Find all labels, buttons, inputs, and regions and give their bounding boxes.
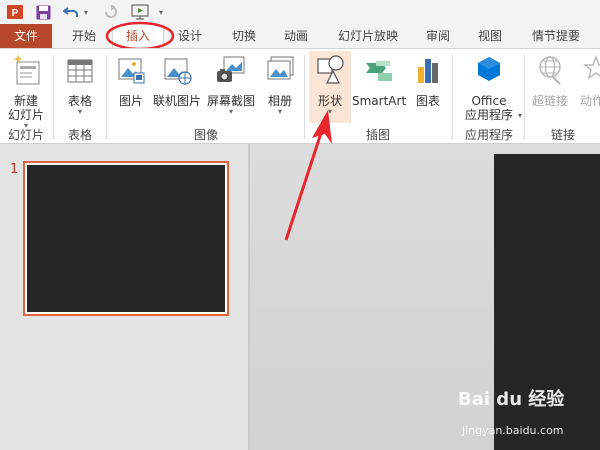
group-separator <box>106 55 107 139</box>
table-icon <box>67 59 93 83</box>
tab-transitions[interactable]: 切换 <box>222 24 266 48</box>
baidu-watermark-url: jingyan.baidu.com <box>462 424 564 437</box>
group-label-tables: 表格 <box>67 128 92 142</box>
slide-thumbnail-1[interactable] <box>23 161 229 316</box>
ribbon-tabs: 文件 开始 插入 设计 切换 动画 幻灯片放映 审阅 视图 情节提要 <box>0 24 600 49</box>
picture-label: 图片 <box>118 94 143 108</box>
action-label: 动作 <box>580 94 600 108</box>
hyperlink-label: 超链接 <box>531 94 568 108</box>
action-button[interactable]: 动作 <box>576 53 600 108</box>
screenshot-label: 屏幕截图 <box>206 94 255 108</box>
quick-access-toolbar: P ▾ ▾ <box>0 0 600 24</box>
screenshot-caret: ▾ <box>228 107 233 116</box>
customize-qat-caret[interactable]: ▾ <box>156 3 166 21</box>
new-slide-label-line2: 幻灯片 <box>7 108 44 122</box>
tab-design[interactable]: 设计 <box>170 24 210 48</box>
hyperlink-button[interactable]: 超链接 <box>528 53 572 108</box>
online-picture-icon <box>164 58 192 85</box>
group-separator <box>524 55 525 139</box>
undo-icon[interactable] <box>62 3 80 21</box>
office-apps-caret: ▾ <box>517 111 522 120</box>
tab-storyboard[interactable]: 情节提要 <box>526 24 586 48</box>
baidu-watermark: Bai du 经验 <box>458 389 565 410</box>
online-picture-button[interactable]: 联机图片 <box>152 53 202 108</box>
annotation-arrow <box>284 110 332 241</box>
undo-dropdown-caret[interactable]: ▾ <box>81 3 91 21</box>
slide-thumbnail-content <box>27 165 225 312</box>
smartart-button[interactable]: SmartArt <box>352 53 406 108</box>
smartart-label: SmartArt <box>352 94 407 108</box>
office-apps-button[interactable]: Office 应用程序 ▾ <box>456 53 522 122</box>
tab-slideshow[interactable]: 幻灯片放映 <box>330 24 406 48</box>
chart-label: 图表 <box>415 94 440 108</box>
globe-link-icon <box>539 56 561 85</box>
chart-button[interactable]: 图表 <box>410 53 446 108</box>
tab-home[interactable]: 开始 <box>62 24 106 48</box>
smartart-icon <box>366 61 392 81</box>
office-apps-label-line2: 应用程序 <box>464 108 513 122</box>
slide-number: 1 <box>10 162 19 177</box>
table-caret: ▾ <box>77 107 82 116</box>
group-label-slides: 幻灯片 <box>7 128 44 142</box>
save-icon[interactable] <box>34 3 52 21</box>
screenshot-button[interactable]: 屏幕截图 ▾ <box>205 53 257 116</box>
redo-icon[interactable] <box>102 3 120 21</box>
office-apps-label-line1: Office <box>471 94 507 108</box>
group-label-links: 链接 <box>550 128 575 142</box>
picture-icon <box>118 58 145 84</box>
group-separator <box>452 55 453 139</box>
photo-album-icon <box>267 56 294 80</box>
tab-view[interactable]: 视图 <box>470 24 510 48</box>
tab-file[interactable]: 文件 <box>0 24 52 48</box>
shapes-icon <box>317 55 344 84</box>
start-from-beginning-icon[interactable] <box>130 3 150 21</box>
svg-text:P: P <box>12 8 19 19</box>
action-star-icon <box>583 55 600 80</box>
group-separator <box>53 55 54 139</box>
table-label: 表格 <box>67 94 92 108</box>
office-apps-icon <box>478 57 500 81</box>
new-slide-icon <box>13 54 40 85</box>
group-label-apps: 应用程序 <box>464 128 513 142</box>
online-picture-label: 联机图片 <box>152 94 201 108</box>
chart-icon <box>418 59 438 83</box>
screenshot-icon <box>217 56 245 82</box>
tab-review[interactable]: 审阅 <box>418 24 458 48</box>
picture-button[interactable]: 图片 <box>113 53 149 108</box>
tab-animations[interactable]: 动画 <box>276 24 316 48</box>
new-slide-button[interactable]: 新建 幻灯片 ▾ <box>4 53 48 130</box>
new-slide-label-line1: 新建 <box>13 94 38 108</box>
powerpoint-app-icon[interactable]: P <box>6 3 24 21</box>
table-button[interactable]: 表格 ▾ <box>60 53 100 116</box>
